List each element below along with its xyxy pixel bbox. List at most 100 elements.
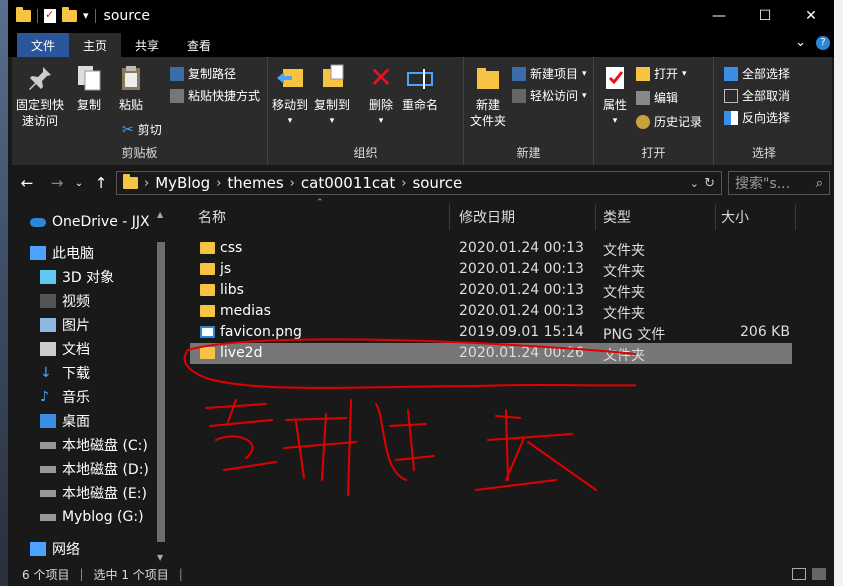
- help-icon[interactable]: ?: [816, 35, 830, 50]
- file-type: 文件夹: [603, 243, 645, 259]
- file-name: libs: [220, 282, 244, 298]
- scroll-up-icon[interactable]: ▲: [157, 210, 163, 219]
- music-icon: ♪: [40, 389, 49, 405]
- file-name: css: [220, 240, 243, 256]
- column-header-size[interactable]: 大小: [716, 204, 796, 230]
- nav-label: 本地磁盘 (D:): [62, 462, 149, 478]
- copy-to-label: 复制到: [314, 98, 351, 112]
- address-dropdown-icon[interactable]: ⌄: [690, 177, 699, 190]
- select-all-icon: [724, 66, 738, 81]
- invert-selection-button[interactable]: 反向选择: [724, 109, 790, 126]
- tab-home[interactable]: 主页: [69, 33, 122, 57]
- nav-label: 桌面: [62, 414, 90, 430]
- select-none-icon: [724, 88, 738, 103]
- new-item-button[interactable]: 新建项目 ▾: [512, 65, 587, 82]
- tab-file[interactable]: 文件: [17, 33, 70, 57]
- properties-button[interactable]: 属性 ▾: [600, 63, 630, 129]
- navigation-pane: OneDrive - JJX 此电脑 3D 对象 视频 图片 文档 ↓ 下载 ♪: [8, 200, 170, 562]
- customize-toolbar-dropdown[interactable]: ▾: [83, 9, 89, 22]
- history-button[interactable]: 历史记录: [636, 113, 702, 130]
- copy-to-button[interactable]: 复制到 ▾: [314, 63, 350, 129]
- back-button[interactable]: ←: [16, 174, 38, 192]
- column-header-date[interactable]: 修改日期: [450, 204, 596, 230]
- scroll-down-icon[interactable]: ▼: [157, 553, 163, 562]
- file-date: 2020.01.24 00:13: [459, 303, 584, 319]
- tab-view[interactable]: 查看: [173, 33, 225, 57]
- easy-access-button[interactable]: 轻松访问 ▾: [512, 87, 587, 104]
- forward-button[interactable]: →: [46, 174, 68, 192]
- quick-access-toolbar: ▾: [8, 6, 96, 23]
- file-row[interactable]: js 2020.01.24 00:13 文件夹: [190, 259, 792, 280]
- edit-icon: [636, 90, 650, 105]
- select-all-button[interactable]: 全部选择: [724, 65, 790, 82]
- search-icon: ⌕: [815, 175, 823, 191]
- computer-icon: [30, 246, 46, 260]
- nav-scrollbar[interactable]: ▲ ▼: [154, 210, 168, 562]
- tab-share[interactable]: 共享: [121, 33, 173, 57]
- open-group: 属性 ▾ 打开 ▾ 编辑 历史记录 打开: [594, 57, 714, 165]
- nav-label: 图片: [62, 318, 90, 334]
- breadcrumb-themes[interactable]: themes: [227, 174, 283, 192]
- up-button[interactable]: ↑: [90, 174, 112, 192]
- close-button[interactable]: ✕: [788, 0, 834, 31]
- clipboard-icon: [122, 66, 140, 90]
- easy-access-label: 轻松访问: [530, 89, 579, 103]
- breadcrumb-separator: ›: [401, 175, 407, 191]
- open-button[interactable]: 打开 ▾: [636, 65, 687, 82]
- cut-label: 剪切: [137, 123, 162, 137]
- breadcrumb-cat00011cat[interactable]: cat00011cat: [301, 174, 395, 192]
- desktop-background-left: [0, 0, 8, 586]
- breadcrumb-myblog[interactable]: MyBlog: [155, 174, 210, 192]
- folder-icon: [123, 174, 138, 189]
- drive-icon: [40, 441, 56, 449]
- delete-button[interactable]: ✕ 删除 ▾: [366, 63, 396, 129]
- column-header-name[interactable]: 名称: [190, 204, 450, 230]
- new-folder-icon[interactable]: [62, 6, 77, 22]
- drive-icon: [40, 513, 56, 521]
- refresh-icon[interactable]: ↻: [704, 176, 715, 191]
- minimize-button[interactable]: —: [696, 0, 742, 31]
- open-group-label: 打开: [641, 146, 666, 160]
- file-row[interactable]: medias 2020.01.24 00:13 文件夹: [190, 301, 792, 322]
- collapse-ribbon-button[interactable]: ⌄: [795, 35, 806, 50]
- nav-label: 音乐: [62, 390, 90, 406]
- select-none-button[interactable]: 全部取消: [724, 87, 790, 104]
- copy-button[interactable]: 复制: [74, 63, 104, 113]
- rename-icon: [407, 69, 433, 89]
- move-to-button[interactable]: 移动到 ▾: [272, 63, 308, 129]
- nav-label: 本地磁盘 (C:): [62, 438, 148, 454]
- pin-quick-access-button[interactable]: 固定到快 速访问: [16, 63, 64, 129]
- breadcrumb-source[interactable]: source: [412, 174, 462, 192]
- delete-label: 删除: [368, 98, 393, 112]
- organize-group: 移动到 ▾ 复制到 ▾ ✕ 删除 ▾ 重命名 组织: [268, 57, 464, 165]
- large-icons-view-icon[interactable]: [812, 568, 826, 580]
- file-row[interactable]: css 2020.01.24 00:13 文件夹: [190, 238, 792, 259]
- copy-path-button[interactable]: 复制路径: [170, 65, 236, 82]
- picture-icon: [40, 318, 56, 332]
- new-item-icon: [512, 66, 526, 81]
- move-to-label: 移动到: [272, 98, 309, 112]
- recent-locations-button[interactable]: ⌄: [68, 178, 90, 189]
- file-list: ⌃ 名称 修改日期 类型 大小 css 2020.01.24 00:13 文件夹…: [176, 198, 834, 562]
- nav-label: 本地磁盘 (E:): [62, 486, 147, 502]
- clipboard-group: 固定到快 速访问 复制 粘贴 复制路径 粘贴快捷方式 ✂ 剪切 剪贴板: [12, 57, 268, 165]
- maximize-button[interactable]: ☐: [742, 0, 788, 31]
- cut-button[interactable]: ✂ 剪切: [122, 121, 162, 138]
- file-type: 文件夹: [603, 264, 645, 280]
- search-input[interactable]: 搜索"s... ⌕: [728, 171, 830, 195]
- address-bar[interactable]: › MyBlog › themes › cat00011cat › source…: [116, 171, 722, 195]
- nav-label: 网络: [52, 542, 80, 558]
- file-row[interactable]: libs 2020.01.24 00:13 文件夹: [190, 280, 792, 301]
- breadcrumb-separator: ›: [216, 175, 222, 191]
- edit-button[interactable]: 编辑: [636, 89, 678, 106]
- copy-to-icon: [323, 64, 344, 87]
- file-size: 206 KB: [740, 324, 790, 340]
- column-header-type[interactable]: 类型: [596, 204, 716, 230]
- nav-scrollbar-thumb[interactable]: [157, 242, 165, 542]
- paste-button[interactable]: 粘贴: [116, 63, 146, 113]
- paste-shortcut-button[interactable]: 粘贴快捷方式: [170, 87, 260, 104]
- new-folder-button[interactable]: 新建 文件夹: [470, 63, 506, 129]
- rename-button[interactable]: 重命名: [402, 63, 438, 113]
- details-view-icon[interactable]: [792, 568, 806, 580]
- properties-icon[interactable]: [44, 8, 56, 23]
